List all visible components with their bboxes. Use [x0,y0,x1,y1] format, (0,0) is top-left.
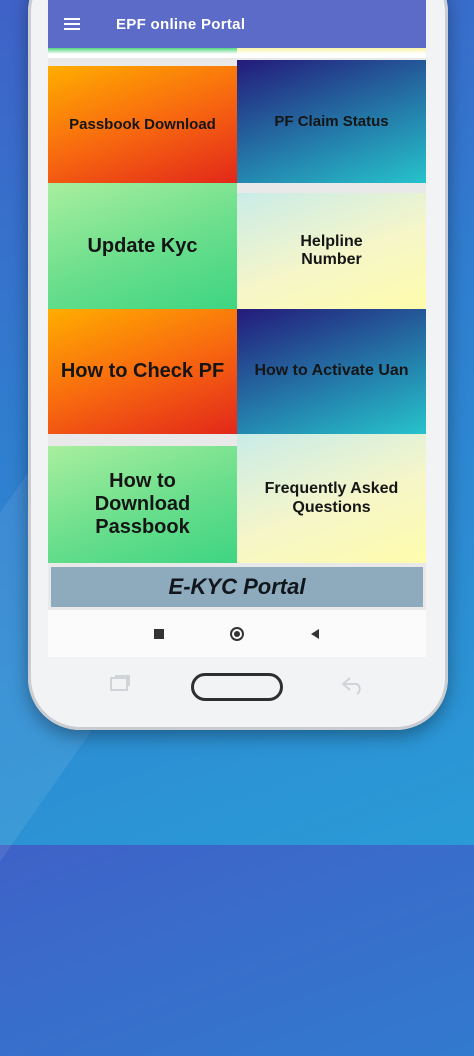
tile-how-to-activate-uan[interactable]: How to Activate Uan [237,309,426,434]
tile-pf-claim-status[interactable]: PF Claim Status [237,60,426,183]
tile-how-to-download-passbook[interactable]: How to Download Passbook [48,446,237,563]
tile-update-kyc[interactable]: Update Kyc [48,183,237,309]
hamburger-menu-glyph [64,18,80,30]
tile-strip-right [237,48,426,58]
tile-how-to-check-pf[interactable]: How to Check PF [48,309,237,434]
tile-passbook-download[interactable]: Passbook Download [48,66,237,183]
square-icon[interactable] [151,626,167,642]
triangle-back-icon[interactable] [307,626,323,642]
hamburger-menu-icon[interactable] [48,0,96,48]
tile-helpline-number[interactable]: Helpline Number [237,193,426,309]
phone-screen: EPF online Portal Passbook Download PF C… [48,0,426,657]
tile-frequently-asked-questions[interactable]: Frequently Asked Questions [237,434,426,563]
tile-strip-left [48,48,237,58]
hardware-home-button[interactable] [191,673,283,701]
app-bar: EPF online Portal [48,0,426,48]
android-nav-bar [48,610,426,657]
hardware-recents-icon[interactable] [108,672,132,694]
circle-icon[interactable] [229,626,245,642]
hardware-back-icon[interactable] [340,674,366,696]
ekyc-portal-banner[interactable]: E-KYC Portal [51,567,423,607]
app-title: EPF online Portal [116,15,246,33]
